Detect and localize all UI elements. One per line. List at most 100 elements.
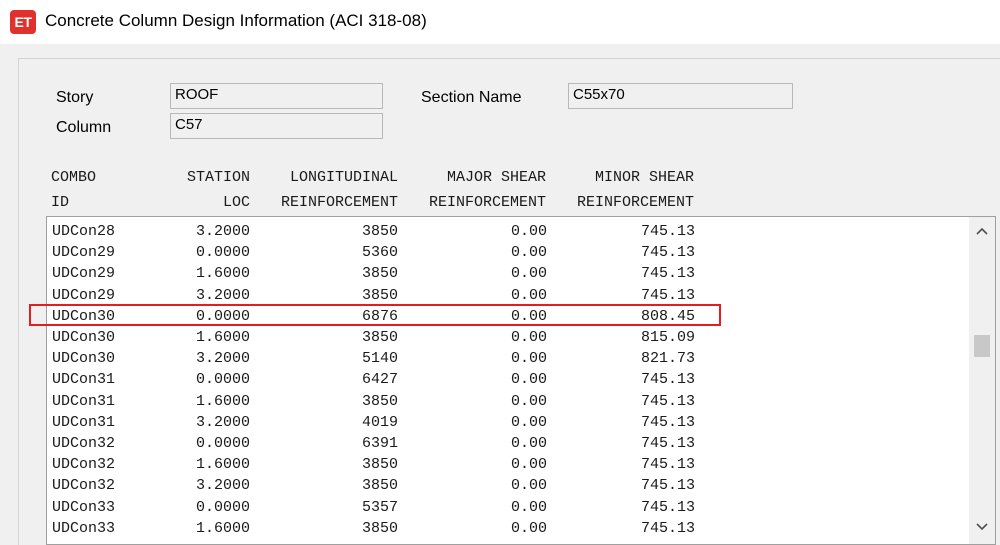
longitudinal-reinforcement-cell: 4019	[361, 413, 398, 431]
minor-shear-cell: 745.13	[640, 435, 695, 452]
combo-id-cell: UDCon32	[52, 477, 116, 495]
vertical-scrollbar[interactable]	[969, 217, 995, 544]
table-row[interactable]: UDCon30 1.6000 3850 0.00 815.09	[47, 327, 967, 348]
longitudinal-reinforcement-cell: 5140	[361, 350, 398, 368]
etabs-app-icon: ET	[10, 10, 36, 34]
highlighted-row-outline	[29, 304, 721, 326]
major-shear-cell: 0.00	[510, 350, 547, 368]
header-minor-shear-line1: MINOR SHEAR	[594, 169, 694, 186]
window-title: Concrete Column Design Information (ACI …	[45, 11, 427, 30]
major-shear-cell: 0.00	[510, 392, 547, 410]
longitudinal-reinforcement-cell: 3850	[361, 329, 398, 346]
longitudinal-reinforcement-cell: 3850	[361, 286, 398, 304]
table-row[interactable]: UDCon31 0.0000 6427 0.00 745.13	[47, 369, 967, 390]
major-shear-cell: 0.00	[510, 519, 547, 537]
longitudinal-reinforcement-cell: 3850	[361, 477, 398, 495]
longitudinal-reinforcement-cell: 5360	[361, 244, 398, 262]
header-longitudinal-line1: LONGITUDINAL	[289, 169, 398, 186]
combo-id-cell: UDCon33	[52, 498, 116, 516]
header-major-shear-line1: MAJOR SHEAR	[446, 169, 546, 186]
minor-shear-cell: 745.13	[640, 519, 695, 537]
minor-shear-cell: 745.13	[640, 223, 695, 240]
table-row[interactable]: UDCon31 1.6000 3850 0.00 745.13	[47, 391, 967, 412]
longitudinal-reinforcement-cell: 3850	[361, 392, 398, 410]
table-row[interactable]: UDCon33 1.6000 3850 0.00 745.13	[47, 518, 967, 539]
column-field[interactable]: C57	[170, 113, 383, 139]
station-loc-cell: 0.0000	[195, 435, 250, 452]
minor-shear-cell: 745.13	[640, 413, 695, 431]
combo-id-cell: UDCon30	[52, 350, 116, 368]
header-station-line1: STATION	[186, 169, 250, 186]
column-label: Column	[56, 119, 112, 136]
station-loc-cell: 3.2000	[195, 350, 250, 368]
section-name-field[interactable]: C55x70	[568, 83, 793, 109]
table-row[interactable]: UDCon30 3.2000 5140 0.00 821.73	[47, 348, 967, 369]
station-loc-cell: 0.0000	[195, 244, 250, 262]
table-row[interactable]: UDCon32 3.2000 3850 0.00 745.13	[47, 475, 967, 496]
longitudinal-reinforcement-cell: 6391	[361, 435, 398, 452]
title-bar: ET Concrete Column Design Information (A…	[0, 0, 1000, 44]
minor-shear-cell: 745.13	[640, 371, 695, 389]
header-minor-shear-line2: REINFORCEMENT	[576, 194, 694, 211]
station-loc-cell: 1.6000	[195, 456, 250, 474]
longitudinal-reinforcement-cell: 3850	[361, 223, 398, 240]
header-longitudinal-line2: REINFORCEMENT	[280, 194, 398, 211]
minor-shear-cell: 745.13	[640, 498, 695, 516]
table-row[interactable]: UDCon28 3.2000 3850 0.00 745.13	[47, 221, 967, 242]
combo-id-cell: UDCon31	[52, 371, 116, 389]
major-shear-cell: 0.00	[510, 286, 547, 304]
combo-id-cell: UDCon29	[52, 286, 116, 304]
minor-shear-cell: 745.13	[640, 392, 695, 410]
minor-shear-cell: 745.13	[640, 477, 695, 495]
station-loc-cell: 1.6000	[195, 519, 250, 537]
combo-id-cell: UDCon31	[52, 413, 116, 431]
station-loc-cell: 3.2000	[195, 413, 250, 431]
longitudinal-reinforcement-cell: 3850	[361, 265, 398, 283]
major-shear-cell: 0.00	[510, 329, 547, 346]
station-loc-cell: 0.0000	[195, 371, 250, 389]
minor-shear-cell: 745.13	[640, 265, 695, 283]
combo-id-cell: UDCon30	[52, 329, 116, 346]
table-row[interactable]: UDCon32 1.6000 3850 0.00 745.13	[47, 454, 967, 475]
scroll-thumb[interactable]	[974, 335, 990, 357]
chevron-down-icon[interactable]	[969, 516, 995, 538]
header-combo-line2: ID	[51, 194, 70, 211]
station-loc-cell: 0.0000	[195, 498, 250, 516]
results-list[interactable]: UDCon28 3.2000 3850 0.00 745.13 UDCon29 0.0000…	[46, 216, 996, 545]
story-field[interactable]: ROOF	[170, 83, 383, 109]
station-loc-cell: 1.6000	[195, 392, 250, 410]
major-shear-cell: 0.00	[510, 477, 547, 495]
longitudinal-reinforcement-cell: 6427	[361, 371, 398, 389]
major-shear-cell: 0.00	[510, 456, 547, 474]
longitudinal-reinforcement-cell: 3850	[361, 456, 398, 474]
combo-id-cell: UDCon32	[52, 456, 116, 474]
combo-id-cell: UDCon29	[52, 265, 116, 283]
combo-id-cell: UDCon28	[52, 223, 116, 240]
major-shear-cell: 0.00	[510, 244, 547, 262]
table-row[interactable]: UDCon29 1.6000 3850 0.00 745.13	[47, 263, 967, 284]
major-shear-cell: 0.00	[510, 265, 547, 283]
table-row[interactable]: UDCon29 3.2000 3850 0.00 745.13	[47, 285, 967, 306]
combo-id-cell: UDCon33	[52, 519, 116, 537]
minor-shear-cell: 821.73	[640, 350, 695, 368]
table-row[interactable]: UDCon31 3.2000 4019 0.00 745.13	[47, 412, 967, 433]
header-major-shear-line2: REINFORCEMENT	[428, 194, 546, 211]
longitudinal-reinforcement-cell: 3850	[361, 519, 398, 537]
table-row[interactable]: UDCon29 0.0000 5360 0.00 745.13	[47, 242, 967, 263]
major-shear-cell: 0.00	[510, 223, 547, 240]
section-name-label: Section Name	[421, 89, 522, 106]
combo-id-cell: UDCon32	[52, 435, 116, 452]
major-shear-cell: 0.00	[510, 498, 547, 516]
chevron-up-icon[interactable]	[969, 220, 995, 242]
header-combo-line1: COMBO	[51, 169, 97, 186]
major-shear-cell: 0.00	[510, 371, 547, 389]
dialog-window: ET Concrete Column Design Information (A…	[0, 0, 1000, 545]
minor-shear-cell: 815.09	[640, 329, 695, 346]
longitudinal-reinforcement-cell: 5357	[361, 498, 398, 516]
table-row[interactable]: UDCon33 0.0000 5357 0.00 745.13	[47, 497, 967, 518]
story-label: Story	[56, 89, 94, 106]
combo-id-cell: UDCon31	[52, 392, 116, 410]
minor-shear-cell: 745.13	[640, 286, 695, 304]
major-shear-cell: 0.00	[510, 435, 547, 452]
table-row[interactable]: UDCon32 0.0000 6391 0.00 745.13	[47, 433, 967, 454]
